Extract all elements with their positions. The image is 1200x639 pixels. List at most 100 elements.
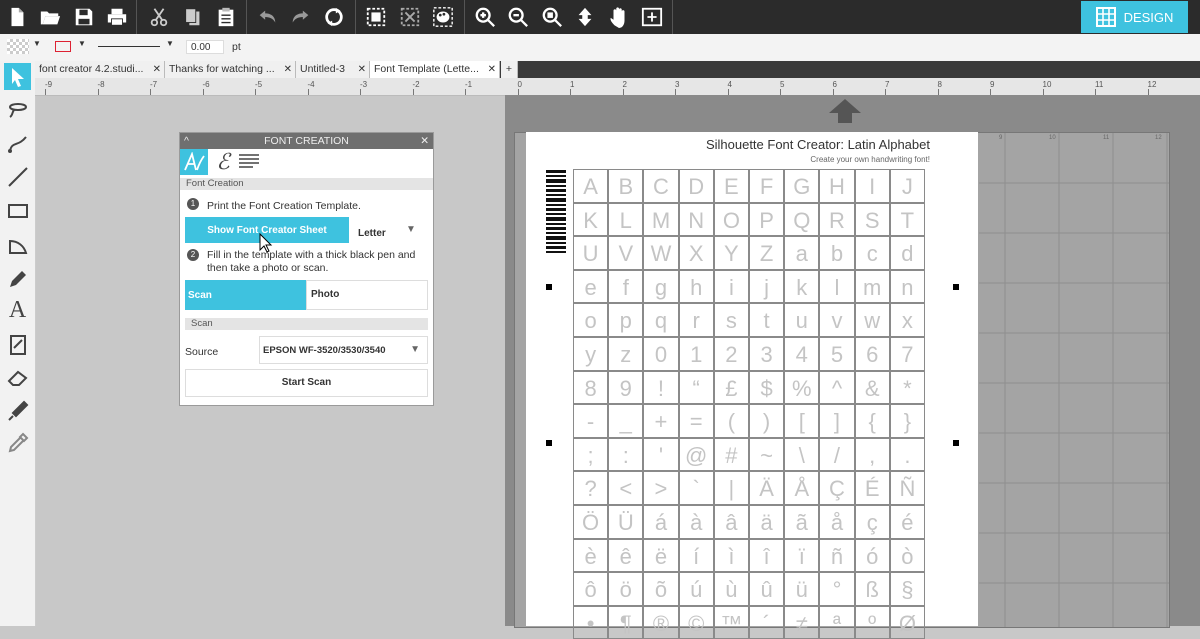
zoom-in-icon[interactable] (472, 4, 498, 30)
chevron-down-icon[interactable]: ▼ (33, 39, 41, 48)
glyph-cell: | (713, 471, 749, 505)
mat-ruler-mark: 10 (1049, 135, 1056, 141)
close-icon[interactable]: ✕ (488, 61, 496, 78)
ruler-tick-label: 3 (675, 80, 680, 89)
pan-hand-icon[interactable] (606, 4, 632, 30)
glyph-cell: x (889, 303, 925, 337)
glyph-cell: } (889, 404, 925, 438)
glyph-cell: _ (608, 404, 644, 438)
ruler-tick-label: 8 (937, 80, 942, 89)
collapse-icon[interactable]: ^ (184, 133, 189, 149)
registration-mark (546, 284, 552, 290)
paste-icon[interactable] (213, 4, 239, 30)
line-width-input[interactable]: 0.00 (186, 40, 224, 54)
design-label: DESIGN (1123, 9, 1174, 25)
line-style-preview[interactable] (98, 46, 160, 47)
glyph-cell: à (678, 505, 714, 539)
close-icon[interactable]: ✕ (153, 61, 161, 78)
open-icon[interactable] (37, 4, 63, 30)
design-button[interactable]: DESIGN (1081, 1, 1188, 33)
start-scan-button[interactable]: Start Scan (185, 369, 428, 397)
edit-points-icon[interactable] (4, 129, 31, 156)
glyph-cell: P (749, 202, 785, 237)
new-icon[interactable] (4, 4, 30, 30)
photo-tab[interactable]: Photo (306, 280, 428, 310)
glyph-cell: l (819, 269, 855, 304)
font-list-tab[interactable] (238, 153, 260, 171)
font-creation-tab[interactable] (180, 149, 208, 175)
close-icon[interactable]: ✕ (358, 61, 366, 78)
arc-tool-icon[interactable] (4, 231, 31, 258)
horizontal-ruler: -9 -8 -7 -6 -5 -4 -3 -2 -1 0 1 2 3 4 5 6 7 8 9 10 11 12 (35, 78, 1200, 96)
line-color-swatch[interactable] (55, 41, 71, 52)
glyph-cell: ; (573, 437, 609, 472)
paper-size-select[interactable]: Letter (358, 228, 386, 239)
select-arrow-icon[interactable] (4, 63, 31, 90)
glyph-cell: ≠ (784, 605, 820, 639)
lasso-icon[interactable] (4, 95, 31, 122)
undo-icon[interactable] (254, 4, 280, 30)
move-icon[interactable] (572, 4, 598, 30)
page-setup-icon[interactable] (4, 331, 31, 358)
source-select[interactable]: EPSON WF-3520/3530/3540 ▼ (259, 336, 428, 364)
ungroup-icon[interactable] (397, 4, 423, 30)
zoom-out-icon[interactable] (505, 4, 531, 30)
registration-mark (953, 284, 959, 290)
glyph-cell: ö (608, 572, 644, 606)
copy-icon[interactable] (180, 4, 206, 30)
ruler-tick (360, 89, 361, 95)
font-creation-panel: ^ FONT CREATION ✕ ℰ Font Creation 1 Prin… (179, 132, 434, 406)
save-icon[interactable] (71, 4, 97, 30)
knife-tool-icon[interactable] (4, 397, 31, 424)
scan-tab[interactable]: Scan (185, 280, 306, 310)
text-tool-icon[interactable]: A (4, 297, 31, 324)
close-icon[interactable]: ✕ (284, 61, 292, 78)
ruler-tick-label: -8 (97, 80, 105, 89)
glyph-cell: ª (819, 605, 855, 639)
fit-to-page-icon[interactable] (639, 4, 665, 30)
print-icon[interactable] (104, 4, 130, 30)
glyph-cell: ä (749, 505, 785, 539)
ruler-tick-label: -7 (150, 80, 158, 89)
line-tool-icon[interactable] (4, 163, 31, 190)
tab-document-1[interactable]: font creator 4.2.studi... ✕ (35, 61, 165, 78)
glyph-cell: ¶ (608, 605, 644, 639)
font-style-tab[interactable]: ℰ (210, 149, 236, 175)
glyph-cell: o (573, 303, 609, 337)
glyph-cell: ) (749, 404, 785, 438)
tab-document-2[interactable]: Thanks for watching ... ✕ (165, 61, 296, 78)
redo-icon[interactable] (288, 4, 314, 30)
glyph-cell: u (784, 303, 820, 337)
glyph-cell: d (889, 236, 925, 270)
eyedropper-icon[interactable] (4, 429, 31, 456)
glyph-cell: ® (643, 605, 679, 639)
eraser-tool-icon[interactable] (4, 363, 31, 390)
tab-document-4[interactable]: Font Template (Lette... ✕ (370, 61, 500, 78)
lines-icon (239, 154, 259, 168)
mat-ruler-mark: 12 (1155, 135, 1162, 141)
pencil-tool-icon[interactable] (4, 265, 31, 292)
cut-icon[interactable] (146, 4, 172, 30)
ruler-tick-label: 10 (1042, 80, 1052, 89)
font-template-page[interactable]: Silhouette Font Creator: Latin Alphabet … (526, 132, 978, 639)
glyph-cell: b (819, 236, 855, 270)
rectangle-tool-icon[interactable] (4, 197, 31, 224)
tab-document-3[interactable]: Untitled-3 ✕ (296, 61, 370, 78)
chevron-down-icon[interactable]: ▼ (406, 224, 416, 235)
close-icon[interactable]: ✕ (420, 133, 429, 149)
ruler-tick-label: -6 (202, 80, 210, 89)
chevron-down-icon[interactable]: ▼ (78, 39, 86, 48)
refresh-icon[interactable] (321, 4, 347, 30)
palette-icon[interactable] (430, 4, 456, 30)
glyph-cell: • (573, 605, 609, 639)
add-tab-button[interactable]: + (501, 61, 518, 78)
fill-color-swatch[interactable] (7, 39, 29, 54)
barcode (546, 170, 566, 253)
group-icon[interactable] (363, 4, 389, 30)
glyph-cell: e (573, 269, 609, 304)
chevron-down-icon[interactable]: ▼ (166, 39, 174, 48)
glyph-cell: Q (784, 202, 820, 237)
zoom-fit-icon[interactable] (539, 4, 565, 30)
glyph-cell: º (854, 605, 890, 639)
glyph-cell: : (608, 437, 644, 472)
